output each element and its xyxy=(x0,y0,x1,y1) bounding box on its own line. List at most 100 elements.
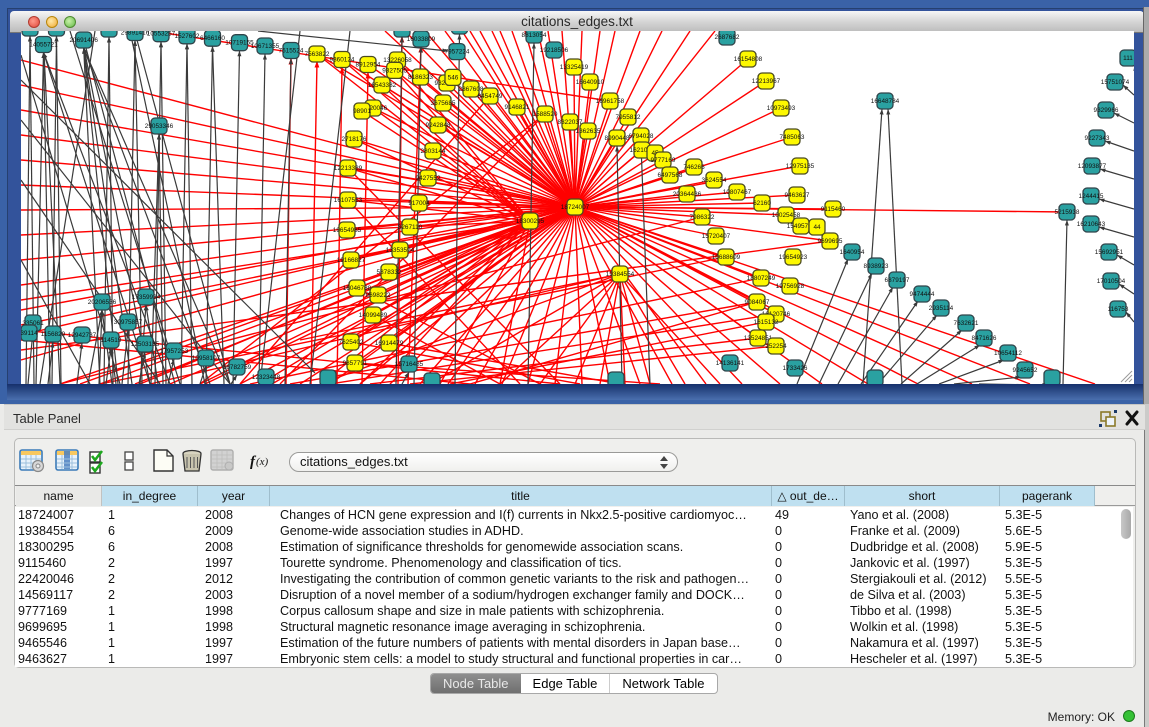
svg-text:1156829: 1156829 xyxy=(41,331,66,338)
svg-text:13353594: 13353594 xyxy=(386,247,415,254)
svg-text:9463627: 9463627 xyxy=(785,192,810,199)
svg-text:9084067: 9084067 xyxy=(745,299,770,306)
svg-text:9474444: 9474444 xyxy=(910,291,935,298)
svg-text:18724007: 18724007 xyxy=(561,204,590,211)
svg-text:98901: 98901 xyxy=(353,108,371,115)
svg-text:19166827: 19166827 xyxy=(337,257,366,264)
svg-text:12503135: 12503135 xyxy=(131,341,160,348)
svg-text:19654985: 19654985 xyxy=(333,227,362,234)
svg-text:9360124: 9360124 xyxy=(330,57,355,64)
svg-text:62160: 62160 xyxy=(753,200,771,207)
svg-text:9857791: 9857791 xyxy=(343,360,368,367)
svg-text:30975857: 30975857 xyxy=(114,319,143,326)
svg-text:15720407: 15720407 xyxy=(702,233,731,240)
svg-text:252254: 252254 xyxy=(765,343,787,350)
svg-text:8471626: 8471626 xyxy=(972,335,997,342)
svg-text:917004: 917004 xyxy=(408,200,430,207)
svg-text:19654923: 19654923 xyxy=(779,254,808,261)
svg-text:9699695: 9699695 xyxy=(818,238,843,245)
svg-text:2718176: 2718176 xyxy=(342,136,367,143)
svg-text:1640954: 1640954 xyxy=(840,249,865,256)
svg-text:16107553: 16107553 xyxy=(334,197,363,204)
svg-text:16914479: 16914479 xyxy=(375,340,404,347)
svg-text:1362635: 1362635 xyxy=(576,128,601,135)
svg-text:6879197: 6879197 xyxy=(885,277,910,284)
svg-text:111: 111 xyxy=(1123,55,1133,62)
svg-text:7957224: 7957224 xyxy=(445,49,470,56)
svg-text:20364436: 20364436 xyxy=(673,191,702,198)
svg-text:3267110: 3267110 xyxy=(398,224,423,231)
svg-text:16033809: 16033809 xyxy=(407,36,436,43)
svg-text:3675685: 3675685 xyxy=(431,100,456,107)
svg-text:12093877: 12093877 xyxy=(1078,163,1107,170)
svg-text:29053346: 29053346 xyxy=(145,123,174,130)
svg-text:10671355: 10671355 xyxy=(251,43,280,50)
svg-text:8912954: 8912954 xyxy=(356,62,381,69)
svg-text:7563822: 7563822 xyxy=(305,51,330,58)
svg-text:7986322: 7986322 xyxy=(690,214,715,221)
svg-text:44: 44 xyxy=(813,224,821,231)
svg-text:16046788: 16046788 xyxy=(343,285,372,292)
svg-text:9777169: 9777169 xyxy=(651,157,676,164)
svg-text:19218506: 19218506 xyxy=(540,47,569,54)
svg-text:5215938: 5215938 xyxy=(1055,209,1080,216)
svg-text:7625402: 7625402 xyxy=(339,339,364,346)
svg-text:16961758: 16961758 xyxy=(596,98,625,105)
svg-text:10958107: 10958107 xyxy=(192,355,221,362)
svg-text:16543382: 16543382 xyxy=(368,82,397,89)
svg-text:15716485: 15716485 xyxy=(395,361,424,368)
svg-text:15692951: 15692951 xyxy=(1095,249,1124,256)
svg-text:546: 546 xyxy=(448,74,459,81)
svg-text:7632621: 7632621 xyxy=(954,320,979,327)
svg-text:114519: 114519 xyxy=(101,337,122,344)
svg-text:1527602: 1527602 xyxy=(175,33,200,40)
svg-text:10654112: 10654112 xyxy=(994,350,1022,357)
svg-text:2687682: 2687682 xyxy=(715,34,740,41)
svg-text:9329966: 9329966 xyxy=(1094,107,1119,114)
svg-text:1615132: 1615132 xyxy=(754,319,779,326)
svg-text:19384554: 19384554 xyxy=(606,271,635,278)
svg-text:12942737: 12942737 xyxy=(68,332,97,339)
svg-text:39114: 39114 xyxy=(21,330,38,337)
svg-text:1588520: 1588520 xyxy=(533,111,558,118)
svg-text:2935114: 2935114 xyxy=(929,305,954,312)
svg-text:18300295: 18300295 xyxy=(516,218,545,225)
svg-text:16648784: 16648784 xyxy=(871,98,900,105)
svg-text:18807249: 18807249 xyxy=(747,275,776,282)
svg-text:12323448: 12323448 xyxy=(252,374,281,381)
svg-text:9327505: 9327505 xyxy=(382,67,407,74)
svg-text:746266: 746266 xyxy=(683,164,705,171)
svg-text:15751074: 15751074 xyxy=(1101,79,1130,86)
svg-text:12213389: 12213389 xyxy=(334,165,363,172)
svg-text:10553257: 10553257 xyxy=(147,31,176,38)
svg-text:1244415: 1244415 xyxy=(1079,193,1104,200)
svg-text:8990448: 8990448 xyxy=(605,135,630,142)
svg-text:6794028: 6794028 xyxy=(629,133,654,140)
svg-text:7485063: 7485063 xyxy=(780,134,805,141)
svg-text:6466160: 6466160 xyxy=(200,35,225,42)
svg-text:8454749: 8454749 xyxy=(478,93,503,100)
svg-text:5878332: 5878332 xyxy=(377,269,402,276)
svg-text:10973493: 10973493 xyxy=(767,105,796,112)
svg-text:8813054: 8813054 xyxy=(522,32,547,39)
svg-text:9427552: 9427552 xyxy=(416,175,441,182)
svg-text:13325419: 13325419 xyxy=(560,64,589,71)
svg-text:8186323: 8186323 xyxy=(408,74,433,81)
svg-text:2867608: 2867608 xyxy=(459,86,484,93)
svg-text:29891416: 29891416 xyxy=(121,31,150,37)
svg-text:9242848: 9242848 xyxy=(426,122,451,129)
svg-text:3624554: 3624554 xyxy=(702,177,727,184)
svg-text:8322037: 8322037 xyxy=(558,119,583,126)
svg-text:12213967: 12213967 xyxy=(752,78,781,85)
svg-text:9146821: 9146821 xyxy=(505,104,530,111)
svg-text:17359934: 17359934 xyxy=(132,294,161,301)
svg-text:16640910: 16640910 xyxy=(576,79,605,86)
svg-text:9245652: 9245652 xyxy=(1013,367,1038,374)
svg-text:14136141: 14136141 xyxy=(716,360,745,367)
svg-text:17010504: 17010504 xyxy=(1097,278,1126,285)
svg-text:9115460: 9115460 xyxy=(821,206,846,213)
svg-text:8938923: 8938923 xyxy=(864,263,889,270)
svg-text:16210643: 16210643 xyxy=(1077,221,1106,228)
svg-text:7515524: 7515524 xyxy=(279,48,304,55)
svg-text:16154808: 16154808 xyxy=(734,56,763,63)
